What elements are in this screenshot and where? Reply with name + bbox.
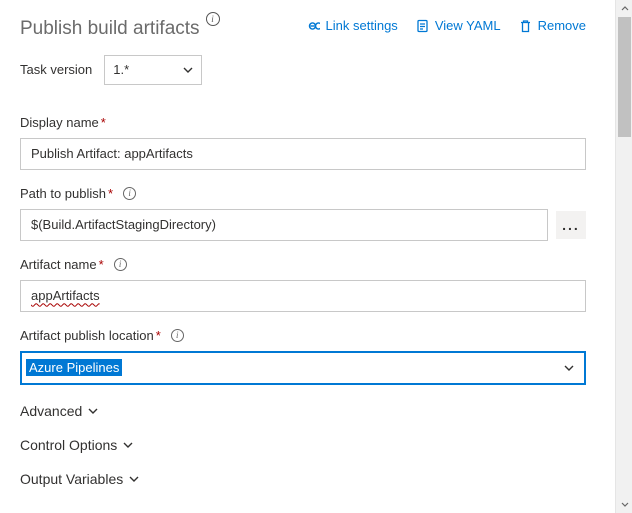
info-icon[interactable]: i bbox=[123, 187, 136, 200]
link-icon bbox=[305, 20, 320, 32]
view-yaml-label: View YAML bbox=[435, 18, 501, 33]
vertical-scrollbar[interactable] bbox=[615, 0, 632, 513]
view-yaml-button[interactable]: View YAML bbox=[416, 18, 501, 33]
task-version-label: Task version bbox=[20, 62, 92, 77]
artifact-publish-location-select[interactable]: Azure Pipelines bbox=[20, 351, 586, 385]
link-settings-label: Link settings bbox=[326, 18, 398, 33]
output-variables-label: Output Variables bbox=[20, 471, 123, 487]
scroll-up-button[interactable] bbox=[616, 0, 632, 17]
control-options-label: Control Options bbox=[20, 437, 117, 453]
document-icon bbox=[416, 19, 429, 33]
artifact-publish-location-value: Azure Pipelines bbox=[26, 359, 122, 376]
scroll-thumb[interactable] bbox=[618, 17, 631, 137]
chevron-down-icon bbox=[129, 476, 139, 482]
task-actions: Link settings View YAML Remove bbox=[305, 18, 586, 33]
advanced-label: Advanced bbox=[20, 403, 82, 419]
chevron-down-icon bbox=[123, 442, 133, 448]
info-icon[interactable]: i bbox=[171, 329, 184, 342]
artifact-publish-location-label: Artifact publish location* bbox=[20, 328, 161, 343]
scroll-down-button[interactable] bbox=[616, 496, 632, 513]
artifact-name-label: Artifact name* bbox=[20, 257, 104, 272]
page-title: Publish build artifacts bbox=[20, 18, 200, 41]
control-options-section-toggle[interactable]: Control Options bbox=[20, 437, 586, 453]
chevron-down-icon bbox=[564, 365, 574, 371]
link-settings-button[interactable]: Link settings bbox=[305, 18, 398, 33]
display-name-input[interactable] bbox=[20, 138, 586, 170]
task-version-select[interactable]: 1.* bbox=[104, 55, 202, 85]
path-to-publish-input[interactable] bbox=[20, 209, 548, 241]
info-icon[interactable]: i bbox=[114, 258, 127, 271]
browse-path-button[interactable]: ... bbox=[556, 211, 586, 239]
task-version-value: 1.* bbox=[113, 62, 129, 77]
chevron-down-icon bbox=[88, 408, 98, 414]
output-variables-section-toggle[interactable]: Output Variables bbox=[20, 471, 586, 487]
path-to-publish-label: Path to publish* bbox=[20, 186, 113, 201]
remove-button[interactable]: Remove bbox=[519, 18, 586, 33]
trash-icon bbox=[519, 19, 532, 33]
advanced-section-toggle[interactable]: Advanced bbox=[20, 403, 586, 419]
display-name-label: Display name* bbox=[20, 115, 106, 130]
chevron-down-icon bbox=[183, 67, 193, 73]
remove-label: Remove bbox=[538, 18, 586, 33]
info-icon[interactable]: i bbox=[206, 12, 220, 26]
artifact-name-input[interactable]: appArtifacts bbox=[20, 280, 586, 312]
